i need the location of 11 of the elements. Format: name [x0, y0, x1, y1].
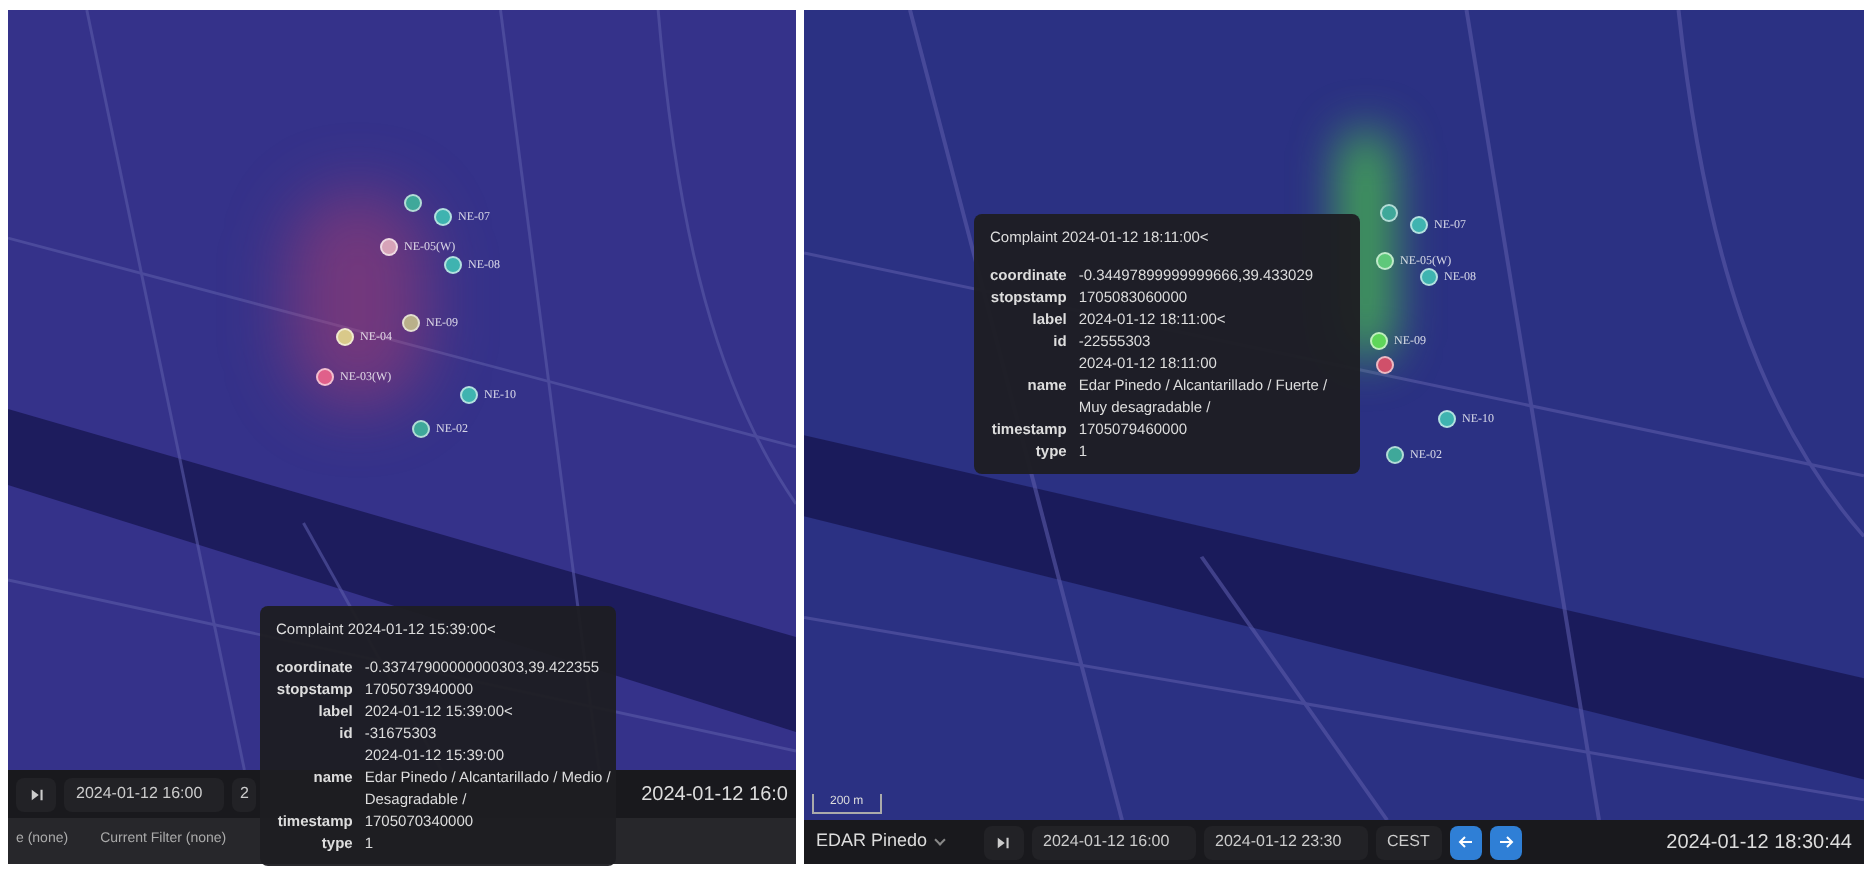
date-field[interactable]: 2024-01-12 16:00 [1031, 825, 1196, 859]
date-field[interactable]: 2024-01-12 23:30 [1203, 825, 1368, 859]
current-time: 2024-01-12 16:0 [641, 781, 788, 809]
date-field[interactable]: 2 [232, 777, 257, 811]
timezone-field[interactable]: CEST [1375, 825, 1442, 859]
date-field[interactable]: 2024-01-12 16:00 [64, 777, 224, 811]
current-time: 2024-01-12 18:30:44 [1666, 829, 1852, 857]
chevron-icon [933, 834, 945, 846]
skip-end-icon[interactable] [983, 825, 1024, 859]
station-dropdown[interactable]: EDAR Pinedo [816, 828, 944, 856]
skip-end-icon[interactable] [16, 777, 56, 811]
